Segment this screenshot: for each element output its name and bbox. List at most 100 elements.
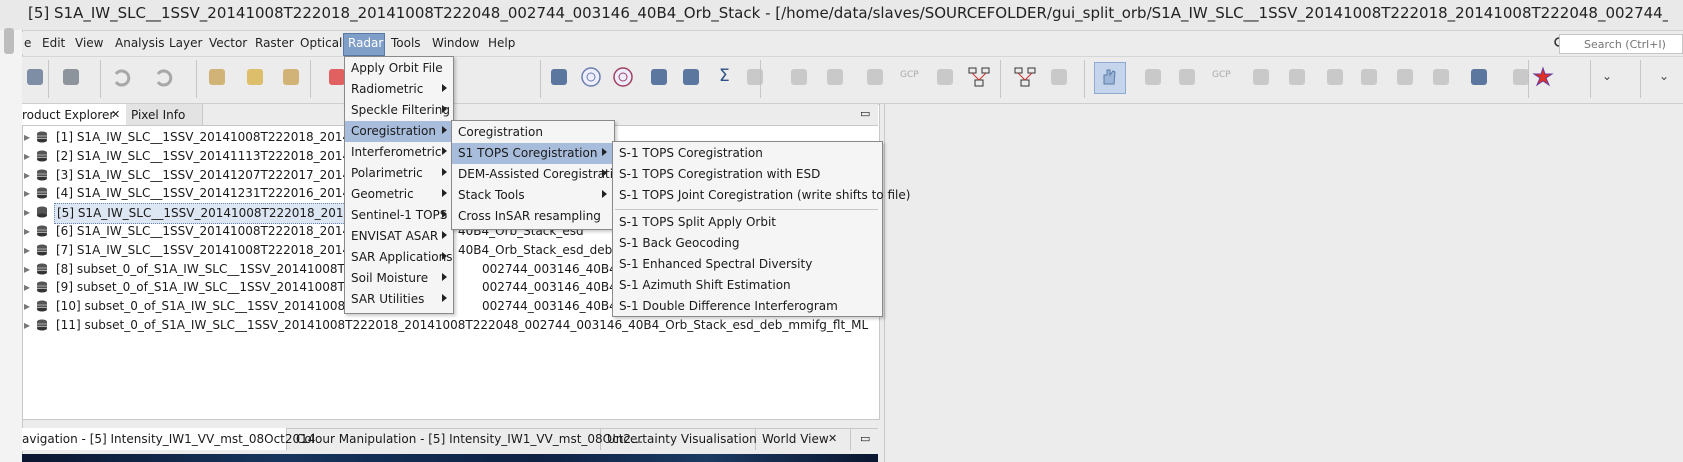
tops-menu-item-5[interactable]: S-1 Back Geocoding bbox=[613, 233, 880, 254]
tool-b-icon[interactable] bbox=[244, 66, 266, 88]
redo-icon[interactable] bbox=[152, 66, 174, 88]
menu-radar[interactable]: Radar bbox=[348, 36, 383, 50]
expand-handle-icon[interactable]: ▸ bbox=[24, 224, 30, 238]
menu-item-label: Interferometric bbox=[351, 145, 442, 159]
tops-menu-item-8[interactable]: S-1 Double Difference Interferogram bbox=[613, 296, 880, 317]
minimize-icon[interactable]: ▭ bbox=[860, 107, 870, 120]
tops-menu-item-3[interactable]: S-1 TOPS Joint Coregistration (write shi… bbox=[613, 185, 910, 206]
menu-raster[interactable]: Raster bbox=[255, 36, 294, 50]
expand-handle-icon[interactable]: ▸ bbox=[24, 130, 30, 144]
scroll-knob[interactable] bbox=[4, 28, 14, 54]
gcp-add-icon[interactable]: GCP bbox=[1212, 66, 1234, 88]
pin-icon[interactable] bbox=[1176, 66, 1198, 88]
tree-row-product-11[interactable]: ▸ [11] subset_0_of_S1A_IW_SLC__1SSV_20141… bbox=[24, 316, 868, 335]
grid-icon[interactable] bbox=[824, 66, 846, 88]
coreg-menu-item-dem-assisted-coregistration[interactable]: DEM-Assisted Coregistration bbox=[452, 164, 628, 185]
select-icon[interactable] bbox=[1468, 66, 1490, 88]
coreg-menu-item-s1-tops-coregistration[interactable]: S1 TOPS Coregistration bbox=[452, 143, 612, 164]
pan-icon[interactable] bbox=[1094, 62, 1126, 94]
menu-edit[interactable]: Edit bbox=[42, 36, 65, 50]
target-icon[interactable] bbox=[612, 66, 634, 88]
tops-menu-item-1[interactable]: S-1 TOPS Coregistration bbox=[613, 143, 880, 164]
open-icon[interactable] bbox=[24, 66, 46, 88]
gcp-icon[interactable]: GCP bbox=[900, 66, 922, 88]
batch-icon[interactable] bbox=[1014, 66, 1036, 88]
menu-file[interactable]: e bbox=[24, 36, 31, 50]
expand-handle-icon[interactable]: ▸ bbox=[24, 186, 30, 200]
expand-handle-icon[interactable]: ▸ bbox=[24, 280, 30, 294]
menu-optical[interactable]: Optical bbox=[300, 36, 342, 50]
expand-handle-icon[interactable]: ▸ bbox=[24, 243, 30, 257]
radar-menu-item-sar-applications[interactable]: SAR Applications bbox=[345, 247, 453, 268]
tops-menu-item-7[interactable]: S-1 Azimuth Shift Estimation bbox=[613, 275, 880, 296]
coreg-menu-item-stack-tools[interactable]: Stack Tools bbox=[452, 185, 612, 206]
radar-menu-item-coregistration[interactable]: Coregistration bbox=[345, 121, 451, 142]
coreg-menu-item-cross-insar-resampling[interactable]: Cross InSAR resampling bbox=[452, 206, 612, 227]
spectrum-icon[interactable] bbox=[548, 66, 570, 88]
menu-view[interactable]: View bbox=[75, 36, 103, 50]
undo-icon[interactable] bbox=[110, 66, 132, 88]
radar-menu-item-sar-utilities[interactable]: SAR Utilities bbox=[345, 289, 451, 310]
more-icon[interactable]: ⌄ bbox=[1598, 66, 1620, 88]
expand-handle-icon[interactable]: ▸ bbox=[24, 299, 30, 313]
star-icon[interactable] bbox=[1532, 66, 1554, 88]
tool-e-icon[interactable] bbox=[864, 66, 886, 88]
expand-handle-icon[interactable]: ▸ bbox=[24, 205, 30, 219]
gcp-text: GCP bbox=[1212, 70, 1231, 80]
tops-menu-item-2[interactable]: S-1 TOPS Coregistration with ESD bbox=[613, 164, 880, 185]
polyline-icon[interactable] bbox=[1286, 66, 1308, 88]
polygon-icon[interactable] bbox=[1358, 66, 1380, 88]
pin-disabled-icon[interactable] bbox=[744, 66, 766, 88]
menu-analysis[interactable]: Analysis bbox=[115, 36, 164, 50]
tool-f-icon[interactable] bbox=[934, 66, 956, 88]
radar-menu-item-sentinel-1-tops[interactable]: Sentinel-1 TOPS bbox=[345, 205, 451, 226]
line-draw-icon[interactable] bbox=[1250, 66, 1272, 88]
close-icon[interactable]: ✕ bbox=[828, 432, 837, 445]
menu-item-label: Polarimetric bbox=[351, 166, 423, 180]
tops-menu-item-4[interactable]: S-1 TOPS Split Apply Orbit bbox=[613, 212, 880, 233]
menu-item-label: Sentinel-1 TOPS bbox=[351, 208, 448, 222]
overflow-icon[interactable]: ⌄ bbox=[1655, 66, 1677, 88]
tool-a-icon[interactable] bbox=[206, 66, 228, 88]
expand-handle-icon[interactable]: ▸ bbox=[24, 168, 30, 182]
range-icon[interactable] bbox=[1430, 66, 1452, 88]
submenu-arrow-icon bbox=[442, 84, 447, 92]
expand-handle-icon[interactable]: ▸ bbox=[24, 318, 30, 332]
radar-icon[interactable] bbox=[580, 66, 602, 88]
menu-window[interactable]: Window bbox=[432, 36, 479, 50]
toolbar-separator bbox=[1000, 60, 1001, 98]
pointer-icon[interactable] bbox=[1048, 66, 1070, 88]
menu-item-label: Stack Tools bbox=[458, 188, 525, 202]
menu-help[interactable]: Help bbox=[488, 36, 515, 50]
radar-menu-item-geometric[interactable]: Geometric bbox=[345, 184, 451, 205]
rect-icon[interactable] bbox=[1324, 66, 1346, 88]
radar-menu-item-speckle-filtering[interactable]: Speckle Filtering bbox=[345, 100, 451, 121]
menu-tools[interactable]: Tools bbox=[391, 36, 421, 50]
graph-builder-icon[interactable] bbox=[968, 66, 990, 88]
radar-menu-item-polarimetric[interactable]: Polarimetric bbox=[345, 163, 451, 184]
close-icon[interactable]: ✕ bbox=[111, 108, 120, 121]
save-icon[interactable] bbox=[60, 66, 82, 88]
expand-handle-icon[interactable]: ▸ bbox=[24, 149, 30, 163]
radar-menu-item-interferometric[interactable]: Interferometric bbox=[345, 142, 451, 163]
radar-menu: Apply Orbit File Radiometric Speckle Filte… bbox=[344, 56, 454, 314]
search-input[interactable] bbox=[1559, 34, 1683, 54]
tool-d-icon[interactable] bbox=[788, 66, 810, 88]
graph-icon[interactable] bbox=[680, 66, 702, 88]
radar-menu-item-soil-moisture[interactable]: Soil Moisture bbox=[345, 268, 451, 289]
tool-c-icon[interactable] bbox=[280, 66, 302, 88]
radar-menu-item-envisat-asar[interactable]: ENVISAT ASAR bbox=[345, 226, 451, 247]
minimize-icon[interactable]: ▭ bbox=[860, 432, 870, 445]
radar-menu-item-radiometric[interactable]: Radiometric bbox=[345, 79, 451, 100]
coreg-menu-item-coregistration[interactable]: Coregistration bbox=[452, 122, 612, 143]
zoom-icon[interactable] bbox=[1142, 66, 1164, 88]
measure-icon[interactable] bbox=[1510, 66, 1532, 88]
waveform-icon[interactable] bbox=[648, 66, 670, 88]
menu-layer[interactable]: Layer bbox=[169, 36, 202, 50]
expand-handle-icon[interactable]: ▸ bbox=[24, 262, 30, 276]
tops-menu-item-6[interactable]: S-1 Enhanced Spectral Diversity bbox=[613, 254, 880, 275]
menu-vector[interactable]: Vector bbox=[209, 36, 247, 50]
radar-menu-item-apply-orbit-file[interactable]: Apply Orbit File bbox=[345, 58, 451, 79]
ellipse-icon[interactable] bbox=[1394, 66, 1416, 88]
sigma-icon[interactable]: Σ bbox=[716, 66, 738, 88]
